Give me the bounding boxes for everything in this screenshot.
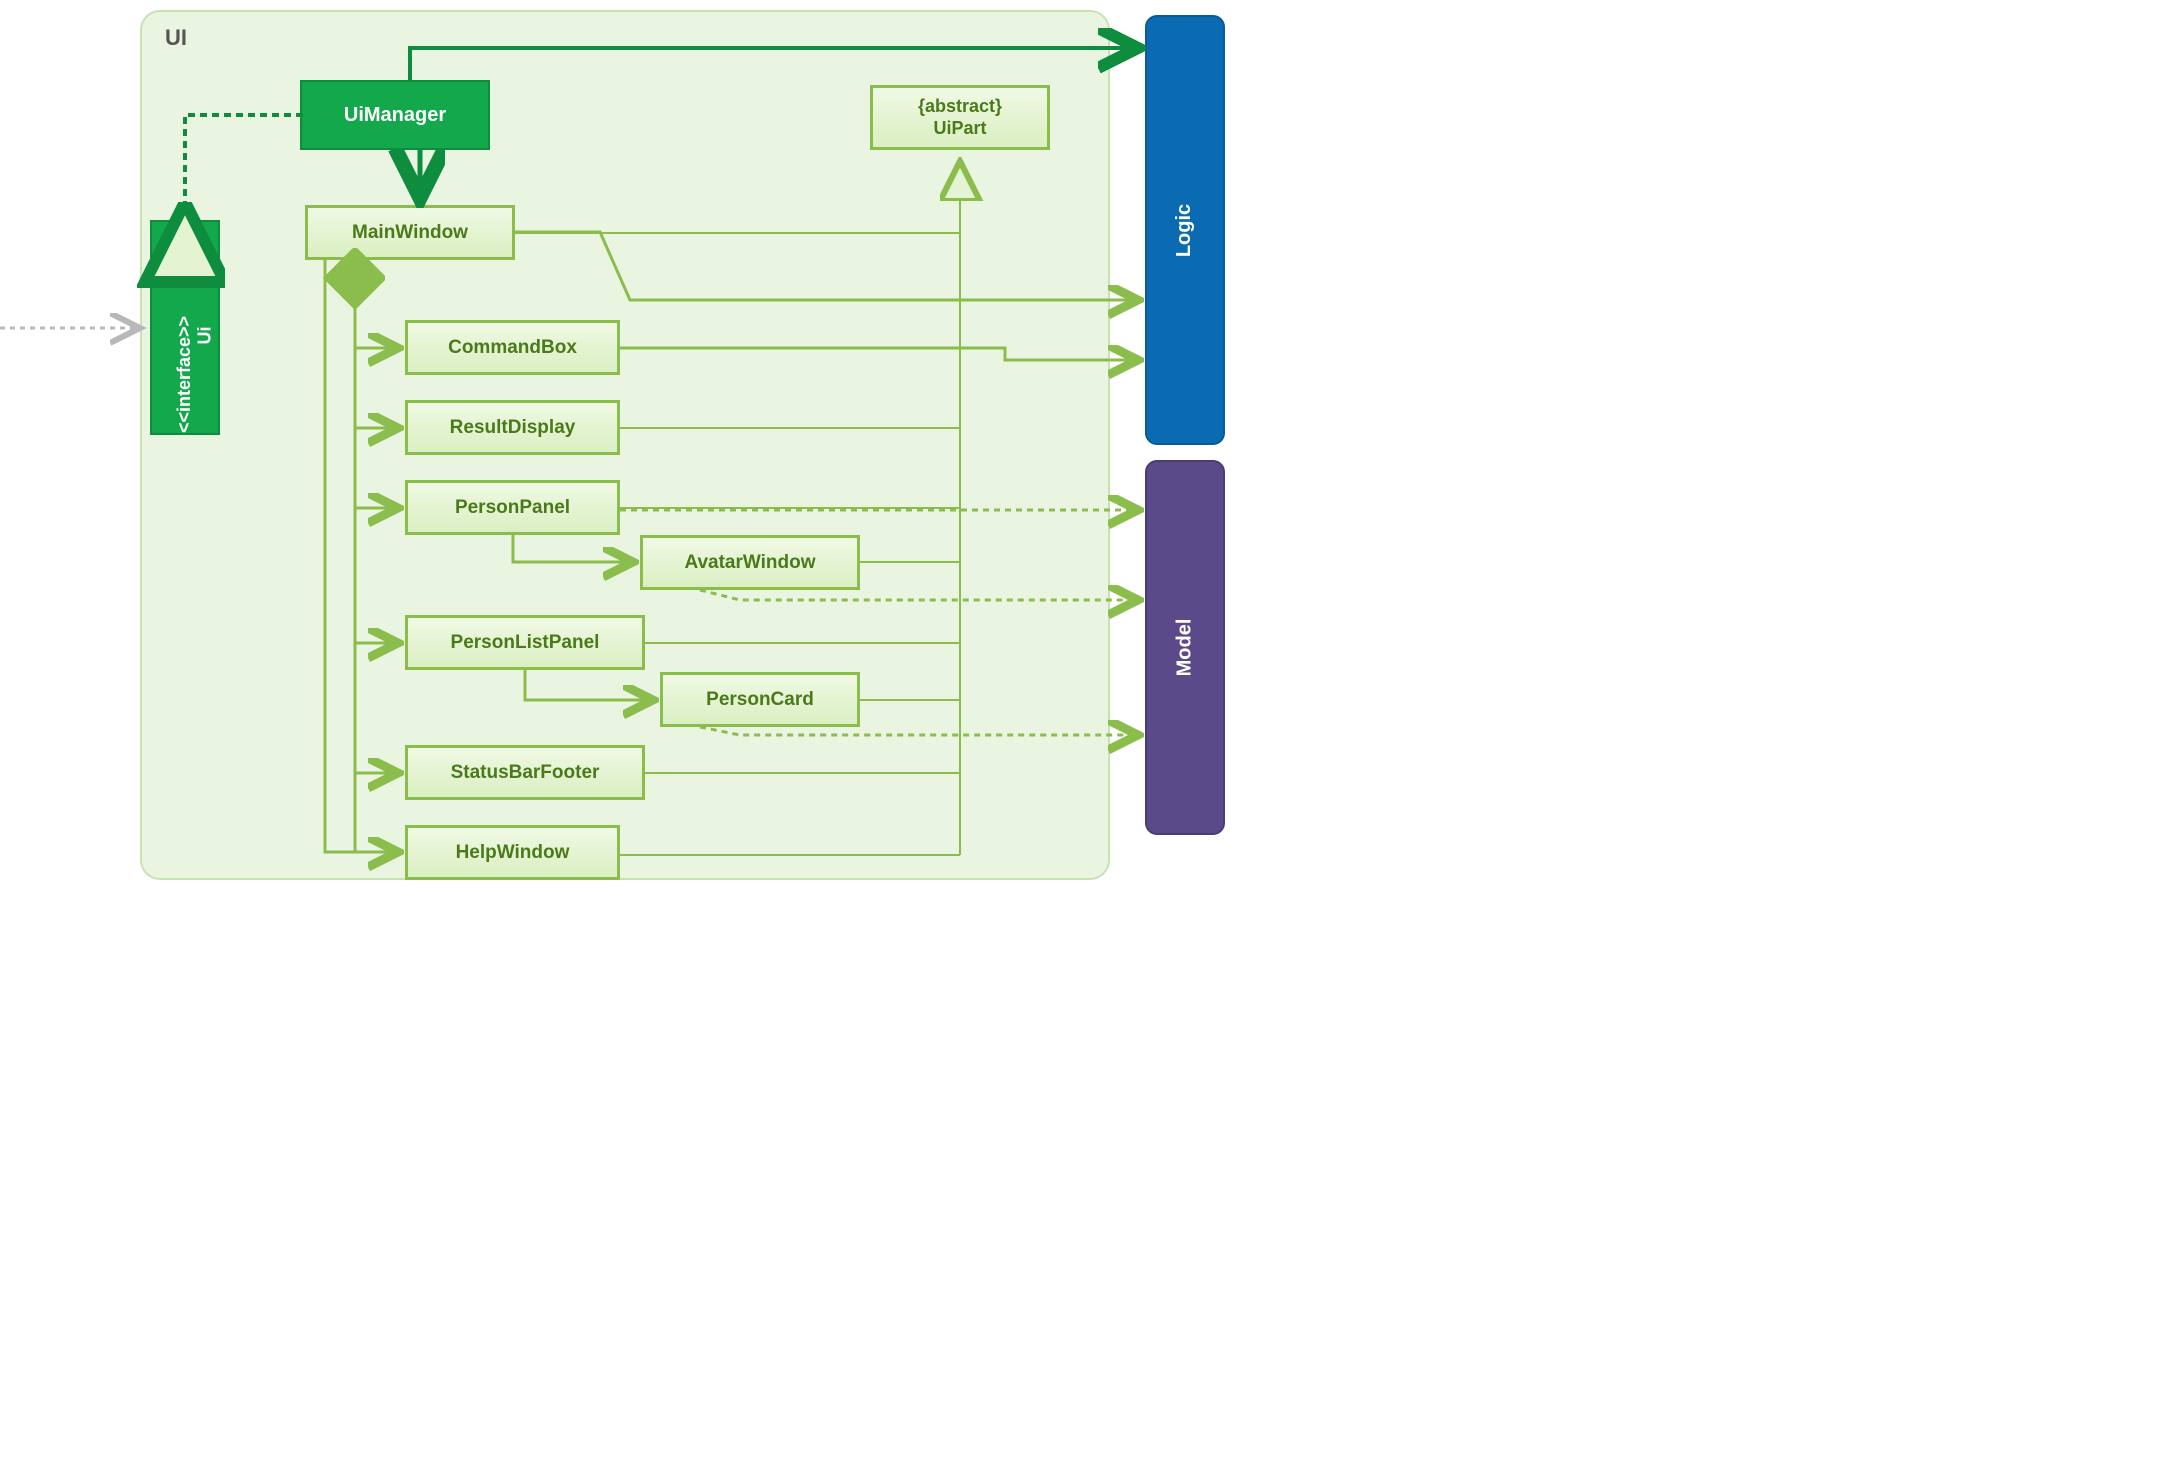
- mainwindow-class: MainWindow: [305, 205, 515, 260]
- uipart-name: UiPart: [933, 118, 986, 140]
- personpanel-class: PersonPanel: [405, 480, 620, 535]
- personcard-label: PersonCard: [706, 689, 814, 711]
- personlistpanel-label: PersonListPanel: [451, 632, 600, 654]
- resultdisplay-label: ResultDisplay: [450, 417, 576, 439]
- diagram-canvas: UI UiManager <<interface>> Ui MainWindow…: [0, 0, 1300, 900]
- avatarwindow-label: AvatarWindow: [684, 552, 815, 574]
- statusbarfooter-label: StatusBarFooter: [451, 762, 600, 784]
- ui-interface-name: Ui: [195, 327, 216, 345]
- uimanager-class: UiManager: [300, 80, 490, 150]
- personlistpanel-class: PersonListPanel: [405, 615, 645, 670]
- ui-interface-class: <<interface>> Ui: [150, 220, 220, 435]
- ui-package-label: UI: [165, 25, 187, 51]
- commandbox-class: CommandBox: [405, 320, 620, 375]
- helpwindow-class: HelpWindow: [405, 825, 620, 880]
- avatarwindow-class: AvatarWindow: [640, 535, 860, 590]
- logic-class: Logic: [1145, 15, 1225, 445]
- helpwindow-label: HelpWindow: [456, 842, 570, 864]
- resultdisplay-class: ResultDisplay: [405, 400, 620, 455]
- model-class: Model: [1145, 460, 1225, 835]
- mainwindow-label: MainWindow: [352, 222, 468, 244]
- uipart-class: {abstract} UiPart: [870, 85, 1050, 150]
- personcard-class: PersonCard: [660, 672, 860, 727]
- statusbarfooter-class: StatusBarFooter: [405, 745, 645, 800]
- uimanager-label: UiManager: [344, 104, 446, 127]
- uipart-stereo: {abstract}: [918, 96, 1002, 118]
- model-label: Model: [1174, 619, 1197, 677]
- personpanel-label: PersonPanel: [455, 497, 570, 519]
- ui-interface-stereo: <<interface>>: [175, 316, 196, 433]
- commandbox-label: CommandBox: [448, 337, 577, 359]
- logic-label: Logic: [1174, 203, 1197, 256]
